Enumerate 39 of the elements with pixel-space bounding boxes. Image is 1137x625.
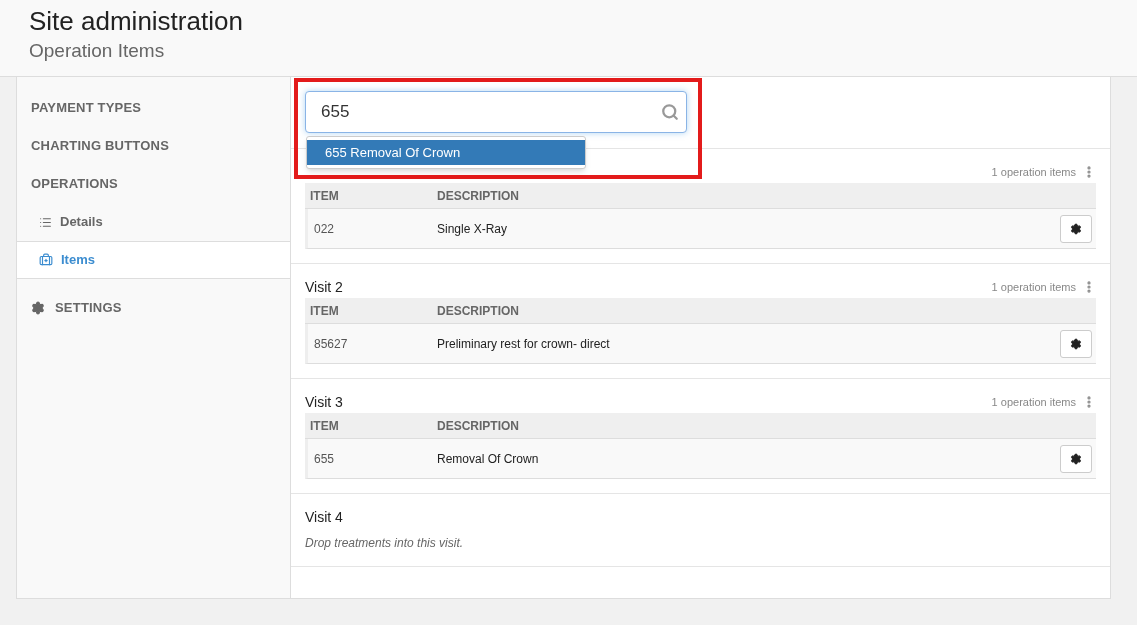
column-header: ITEM [309,302,340,320]
settings-icon [31,301,45,315]
settings-button[interactable] [1060,329,1092,358]
list-icon [39,215,52,229]
column-header: DESCRIPTION [437,187,519,205]
column-header: ITEM [309,187,340,205]
visit-title: Visit 2 [305,277,343,297]
page-title: Site administration [29,6,244,36]
settings-icon [1070,222,1082,235]
table-cell-text: 022 [313,220,336,238]
sidebar-item[interactable]: OPERATIONS [17,165,290,203]
sidebar-item[interactable]: Details [17,203,290,241]
column-header: ITEM [309,417,340,435]
search-icon [661,103,679,121]
table-cell-text: 655 [313,450,336,468]
settings-button[interactable] [1060,444,1092,473]
column-header: DESCRIPTION [437,302,519,320]
settings-icon [1070,452,1082,465]
empty-hint: Drop treatments into this visit. [305,535,465,552]
visit-title: Visit 4 [305,507,343,527]
search-field[interactable]: 655 [305,91,687,133]
item-count: 1 operation items [991,394,1076,410]
sidebar-item[interactable]: PAYMENT TYPES [17,89,290,127]
item-count: 1 operation items [991,164,1076,180]
table-cell-text: 85627 [313,335,349,353]
sidebar-item[interactable]: SETTINGS [17,289,290,327]
suggestion-item[interactable]: 655 Removal Of Crown [307,140,585,165]
sidebar-item[interactable]: CHARTING BUTTONS [17,127,290,165]
item-count: 1 operation items [991,279,1076,295]
table-cell-text: Preliminary rest for crown- direct [437,335,611,353]
column-header: DESCRIPTION [437,417,519,435]
settings-icon [1070,337,1082,350]
table-cell-text: Removal Of Crown [437,450,540,468]
medical-kit-icon [39,253,53,267]
settings-button[interactable] [1060,214,1092,243]
visit-title: Visit 3 [305,392,343,412]
table-cell-text: Single X-Ray [437,220,509,238]
sidebar-item[interactable]: Items [17,241,290,279]
page-subtitle: Operation Items [29,39,166,63]
